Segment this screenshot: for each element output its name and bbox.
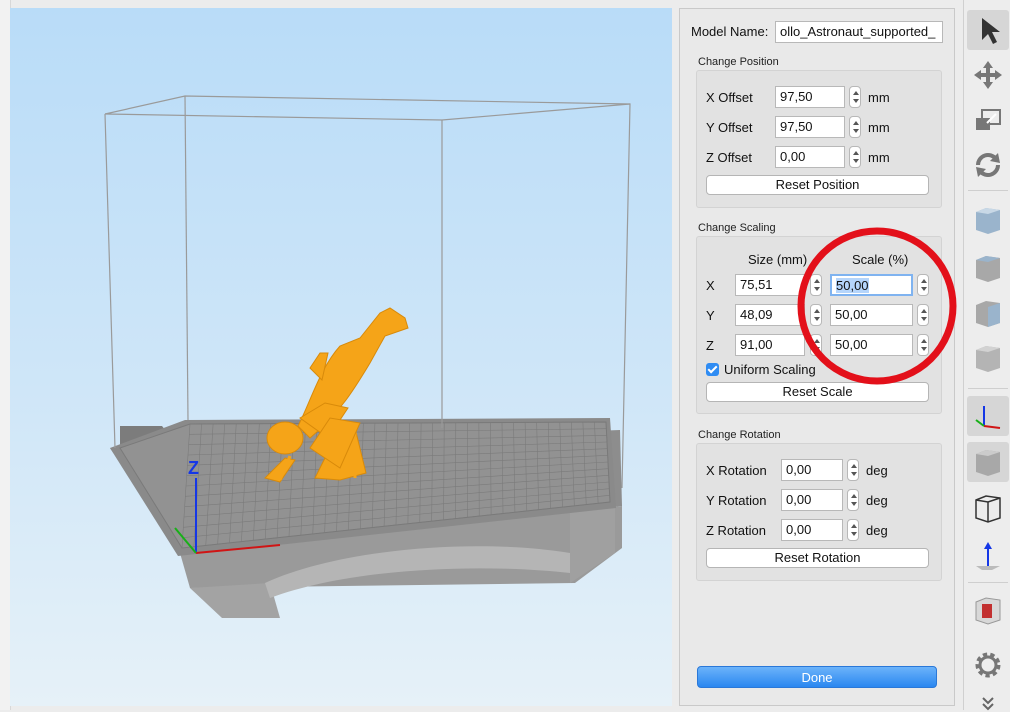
z-axis-icon[interactable] bbox=[967, 536, 1009, 576]
y-offset-unit: mm bbox=[868, 120, 890, 135]
x-offset-field[interactable]: 97,50 bbox=[775, 86, 845, 108]
rotation-group-title: Change Rotation bbox=[698, 429, 781, 441]
z-rotation-field[interactable]: 0,00 bbox=[781, 519, 843, 541]
y-rotation-label: Y Rotation bbox=[706, 493, 766, 508]
y-offset-field[interactable]: 97,50 bbox=[775, 116, 845, 138]
highlight-circle bbox=[795, 224, 960, 389]
move-tool-icon[interactable] bbox=[967, 55, 1009, 95]
x-rotation-stepper[interactable] bbox=[847, 459, 859, 481]
toolbar-separator bbox=[968, 190, 1008, 191]
y-rotation-unit: deg bbox=[866, 493, 888, 508]
scale-z-label: Z bbox=[706, 338, 714, 353]
view-iso-icon[interactable] bbox=[967, 338, 1009, 378]
y-offset-label: Y Offset bbox=[706, 120, 753, 135]
position-group-title: Change Position bbox=[698, 56, 779, 68]
solid-view-icon[interactable] bbox=[967, 442, 1009, 482]
3d-viewport[interactable]: Z bbox=[10, 8, 672, 706]
reset-rotation-button[interactable]: Reset Rotation bbox=[706, 548, 929, 568]
z-rotation-label: Z Rotation bbox=[706, 523, 766, 538]
z-offset-field[interactable]: 0,00 bbox=[775, 146, 845, 168]
model-name-field[interactable]: ollo_Astronaut_supported_ bbox=[775, 21, 943, 43]
scale-y-label: Y bbox=[706, 308, 715, 323]
toolbar-separator bbox=[968, 582, 1008, 583]
position-group: X Offset 97,50 mm Y Offset 97,50 mm Z Of… bbox=[696, 70, 942, 208]
reset-position-button[interactable]: Reset Position bbox=[706, 175, 929, 195]
scale-x-label: X bbox=[706, 278, 715, 293]
settings-icon[interactable] bbox=[967, 645, 1009, 685]
tool-sidebar bbox=[963, 0, 1010, 710]
scale-tool-icon[interactable] bbox=[967, 100, 1009, 140]
done-button[interactable]: Done bbox=[697, 666, 937, 688]
view-front-icon[interactable] bbox=[967, 200, 1009, 240]
scene-render: Z bbox=[10, 8, 672, 706]
view-side-icon[interactable] bbox=[967, 293, 1009, 333]
y-offset-stepper[interactable] bbox=[849, 116, 861, 138]
x-offset-stepper[interactable] bbox=[849, 86, 861, 108]
y-rotation-field[interactable]: 0,00 bbox=[781, 489, 843, 511]
uniform-scaling-checkbox[interactable] bbox=[706, 363, 719, 376]
select-tool-icon[interactable] bbox=[967, 10, 1009, 50]
axes-toggle-icon[interactable] bbox=[967, 396, 1009, 436]
expand-chevron-icon[interactable] bbox=[967, 690, 1009, 710]
z-offset-label: Z Offset bbox=[706, 150, 752, 165]
cut-view-icon[interactable] bbox=[967, 590, 1009, 630]
model-name-label: Model Name: bbox=[691, 24, 768, 39]
z-offset-unit: mm bbox=[868, 150, 890, 165]
scaling-group-title: Change Scaling bbox=[698, 222, 776, 234]
rotate-tool-icon[interactable] bbox=[967, 145, 1009, 185]
x-rotation-label: X Rotation bbox=[706, 463, 767, 478]
z-rotation-stepper[interactable] bbox=[847, 519, 859, 541]
toolbar-separator bbox=[968, 388, 1008, 389]
rotation-group: X Rotation 0,00 deg Y Rotation 0,00 deg … bbox=[696, 443, 942, 581]
properties-panel: Model Name: ollo_Astronaut_supported_ Ch… bbox=[679, 8, 955, 706]
z-offset-stepper[interactable] bbox=[849, 146, 861, 168]
y-rotation-stepper[interactable] bbox=[847, 489, 859, 511]
wireframe-view-icon[interactable] bbox=[967, 488, 1009, 528]
axis-z-label: Z bbox=[188, 458, 199, 478]
view-top-icon[interactable] bbox=[967, 248, 1009, 288]
z-rotation-unit: deg bbox=[866, 523, 888, 538]
x-rotation-field[interactable]: 0,00 bbox=[781, 459, 843, 481]
x-offset-unit: mm bbox=[868, 90, 890, 105]
x-rotation-unit: deg bbox=[866, 463, 888, 478]
x-offset-label: X Offset bbox=[706, 90, 753, 105]
